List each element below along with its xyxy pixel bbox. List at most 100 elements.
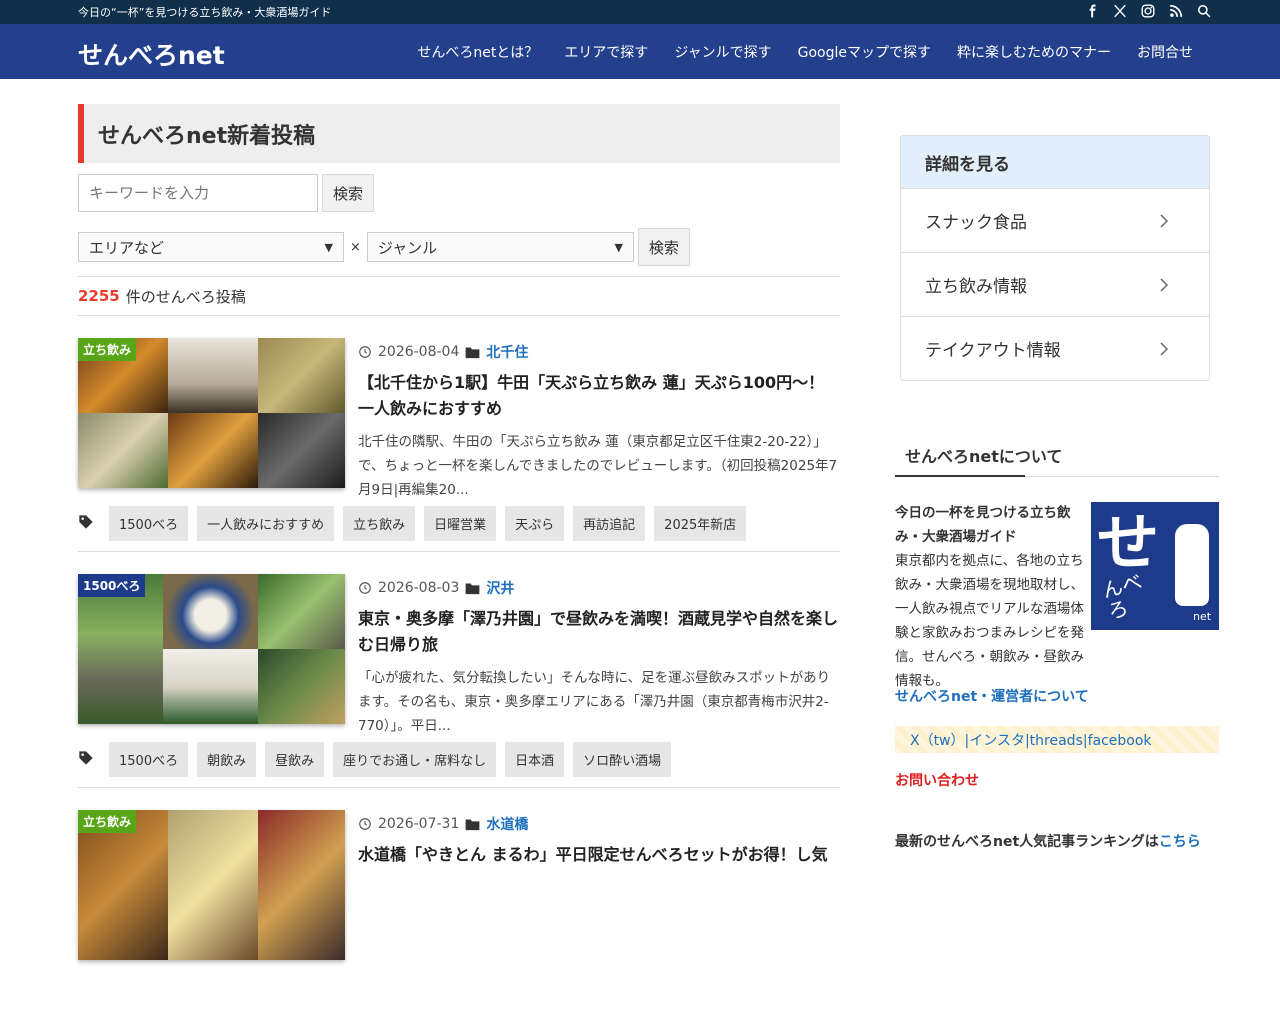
facebook-icon[interactable] bbox=[1084, 3, 1100, 19]
sidebar-item-label: スナック食品 bbox=[925, 213, 1027, 233]
chevron-down-icon: ▼ bbox=[324, 240, 333, 254]
sidebar-item-snack[interactable]: スナック食品 bbox=[901, 188, 1209, 252]
post-badge: 立ち飲み bbox=[78, 810, 137, 833]
post-thumbnail[interactable]: 立ち飲み bbox=[78, 810, 345, 960]
tag-link[interactable]: 座りでお通し・席料なし bbox=[333, 742, 497, 777]
about-section: せんべろnetについて せ んべろ net 今日の一杯を見つける立ち飲み・大衆酒… bbox=[895, 437, 1219, 850]
post-title[interactable]: 東京・奥多摩「澤乃井園」で昼飲みを満喫！酒蔵見学や自然を楽しむ日帰り旅 bbox=[358, 606, 840, 658]
post-date: 2026-08-03 bbox=[378, 580, 460, 596]
search-icon[interactable] bbox=[1196, 3, 1212, 19]
main-navbar: せんべろnet せんべろnetとは？ エリアで探す ジャンルで探す Google… bbox=[0, 24, 1280, 79]
folder-icon bbox=[466, 819, 480, 830]
folder-icon bbox=[466, 347, 480, 358]
post-thumbnail[interactable]: 立ち飲み bbox=[78, 338, 345, 488]
about-text-narrow: 東京都内を拠点に、各地の立ち飲み・大衆酒場を現地取材し、一人飲み視点でリアルな酒… bbox=[895, 553, 1084, 689]
tag-link[interactable]: 再訪追記 bbox=[573, 506, 646, 541]
tag-link[interactable]: 日本酒 bbox=[505, 742, 565, 777]
tag-link[interactable]: 一人飲みにおすすめ bbox=[197, 506, 335, 541]
ranking-link[interactable]: こちら bbox=[1159, 834, 1201, 850]
chevron-right-icon bbox=[1160, 277, 1169, 292]
post-meta: 2026-08-04 北千住 bbox=[358, 342, 528, 362]
post-count-label: 件のせんべろ投稿 bbox=[125, 287, 246, 306]
nav-item-googlemap[interactable]: Googleマップで探す bbox=[785, 42, 944, 62]
tag-link[interactable]: 昼飲み bbox=[265, 742, 325, 777]
x-icon[interactable] bbox=[1112, 3, 1128, 19]
nav-item-genre[interactable]: ジャンルで探す bbox=[661, 42, 784, 62]
tag-link[interactable]: ソロ酔い酒場 bbox=[573, 742, 672, 777]
times-separator: × bbox=[350, 239, 361, 255]
keyword-search: 検索 bbox=[78, 174, 840, 212]
post-item[interactable]: 立ち飲み 2026-08-04 北千住 【北千住から1駅】牛田「天ぷら立ち飲み … bbox=[78, 316, 840, 552]
sidebar-item-takeout[interactable]: テイクアウト情報 bbox=[901, 316, 1209, 380]
contact-link[interactable]: お問い合わせ bbox=[895, 770, 979, 790]
nav-item-about[interactable]: せんべろnetとは？ bbox=[404, 42, 551, 62]
clock-icon bbox=[359, 346, 371, 358]
post-meta: 2026-08-03 沢井 bbox=[358, 578, 514, 598]
post-title[interactable]: 水道橋「やきとん まるわ」平日限定せんべろセットがお得！し気 bbox=[358, 842, 840, 868]
site-logo[interactable]: せんべろnet bbox=[78, 36, 225, 72]
genre-select[interactable]: ジャンル ▼ bbox=[366, 232, 634, 262]
about-heading-text: せんべろnetについて bbox=[905, 447, 1063, 466]
filter-row: エリアなど ▼ × ジャンル ▼ 検索 bbox=[78, 228, 840, 266]
top-bar: 今日の“一杯”を見つける立ち飲み・大衆酒場ガイド bbox=[0, 0, 1280, 24]
post-category[interactable]: 水道橋 bbox=[486, 814, 528, 834]
post-count: 2255 件のせんべろ投稿 bbox=[78, 276, 840, 316]
chevron-down-icon: ▼ bbox=[614, 240, 623, 254]
sidebar-item-label: テイクアウト情報 bbox=[925, 341, 1061, 361]
ranking-text: 最新のせんべろnet人気記事ランキングはこちら bbox=[895, 831, 1201, 851]
post-tags: 1500べろ 一人飲みにおすすめ 立ち飲み 日曜営業 天ぷら 再訪追記 2025… bbox=[78, 506, 747, 541]
clock-icon bbox=[359, 582, 371, 594]
ranking-label: 最新のせんべろnet人気記事ランキングは bbox=[895, 834, 1159, 850]
folder-icon bbox=[466, 583, 480, 594]
tag-link[interactable]: 立ち飲み bbox=[343, 506, 416, 541]
clock-icon bbox=[359, 818, 371, 830]
operator-link[interactable]: せんべろnet・運営者について bbox=[895, 686, 1089, 706]
post-category[interactable]: 北千住 bbox=[486, 342, 528, 362]
post-date: 2026-08-04 bbox=[378, 344, 460, 360]
about-heading: せんべろnetについて bbox=[895, 437, 1219, 477]
tag-link[interactable]: 1500べろ bbox=[109, 506, 189, 541]
post-tags: 1500べろ 朝飲み 昼飲み 座りでお通し・席料なし 日本酒 ソロ酔い酒場 bbox=[78, 742, 672, 777]
nav-item-contact[interactable]: お問合せ bbox=[1124, 42, 1206, 62]
about-description: 今日の一杯を見つける立ち飲み・大衆酒場ガイド 東京都内を拠点に、各地の立ち飲み・… bbox=[895, 501, 1215, 693]
tag-icon bbox=[78, 750, 100, 770]
post-title[interactable]: 【北千住から1駅】牛田「天ぷら立ち飲み 蓮」天ぷら100円〜！一人飲みにおすすめ bbox=[358, 370, 840, 422]
tag-link[interactable]: 日曜営業 bbox=[424, 506, 497, 541]
sidebar-item-label: 立ち飲み情報 bbox=[925, 277, 1027, 297]
sidebar: 詳細を見る スナック食品 立ち飲み情報 テイクアウト情報 bbox=[900, 135, 1210, 381]
about-lead: 今日の一杯を見つける立ち飲み・大衆酒場ガイド bbox=[895, 505, 1071, 545]
heading-underline bbox=[895, 475, 1025, 477]
tag-icon bbox=[78, 514, 100, 534]
chevron-right-icon bbox=[1160, 341, 1169, 356]
about-text: 東京都内を拠点に、各地の立ち飲み・大衆酒場を現地取材し、一人飲み視点でリアルな酒… bbox=[895, 549, 1215, 693]
tag-link[interactable]: 1500べろ bbox=[109, 742, 189, 777]
sidebar-item-tachinomi[interactable]: 立ち飲み情報 bbox=[901, 252, 1209, 316]
post-category[interactable]: 沢井 bbox=[486, 578, 514, 598]
nav-item-manner[interactable]: 粋に楽しむためのマナー bbox=[944, 42, 1124, 62]
search-input[interactable] bbox=[78, 174, 318, 212]
search-button[interactable]: 検索 bbox=[322, 174, 375, 212]
detail-box-heading: 詳細を見る bbox=[901, 136, 1209, 188]
post-excerpt: 北千住の隣駅、牛田の「天ぷら立ち飲み 蓮（東京都足立区千住東2-20-22）」で… bbox=[358, 434, 838, 498]
post-thumbnail[interactable]: 1500べろ bbox=[78, 574, 345, 724]
nav-item-area[interactable]: エリアで探す bbox=[551, 42, 661, 62]
post-excerpt: 「心が疲れた、気分転換したい」そんな時に、足を運ぶ昼飲みスポットがあります。その… bbox=[358, 670, 831, 734]
tag-link[interactable]: 2025年新店 bbox=[654, 506, 747, 541]
main-content: せんべろnet新着投稿 検索 エリアなど ▼ × ジャンル ▼ 検索 2255 … bbox=[78, 104, 840, 1024]
social-icons bbox=[1084, 3, 1212, 19]
nav-menu: せんべろnetとは？ エリアで探す ジャンルで探す Googleマップで探す 粋… bbox=[404, 42, 1206, 62]
post-count-number: 2255 bbox=[78, 287, 120, 305]
post-badge: 立ち飲み bbox=[78, 338, 137, 361]
instagram-icon[interactable] bbox=[1140, 3, 1156, 19]
post-meta: 2026-07-31 水道橋 bbox=[358, 814, 528, 834]
post-item[interactable]: 1500べろ 2026-08-03 沢井 東京・奥多摩「澤乃井園」で昼飲みを満喫… bbox=[78, 552, 840, 788]
post-item[interactable]: 立ち飲み 2026-07-31 水道橋 水道橋「やきとん まるわ」平日限定せんべ… bbox=[78, 788, 840, 1024]
page-title: せんべろnet新着投稿 bbox=[78, 104, 840, 163]
rss-icon[interactable] bbox=[1168, 3, 1184, 19]
tag-link[interactable]: 天ぷら bbox=[505, 506, 565, 541]
area-select[interactable]: エリアなど ▼ bbox=[78, 232, 344, 262]
tag-link[interactable]: 朝飲み bbox=[197, 742, 257, 777]
social-links[interactable]: X（tw）|インスタ|threads|facebook bbox=[895, 726, 1219, 753]
filter-search-button[interactable]: 検索 bbox=[637, 228, 690, 266]
chevron-right-icon bbox=[1160, 213, 1169, 228]
